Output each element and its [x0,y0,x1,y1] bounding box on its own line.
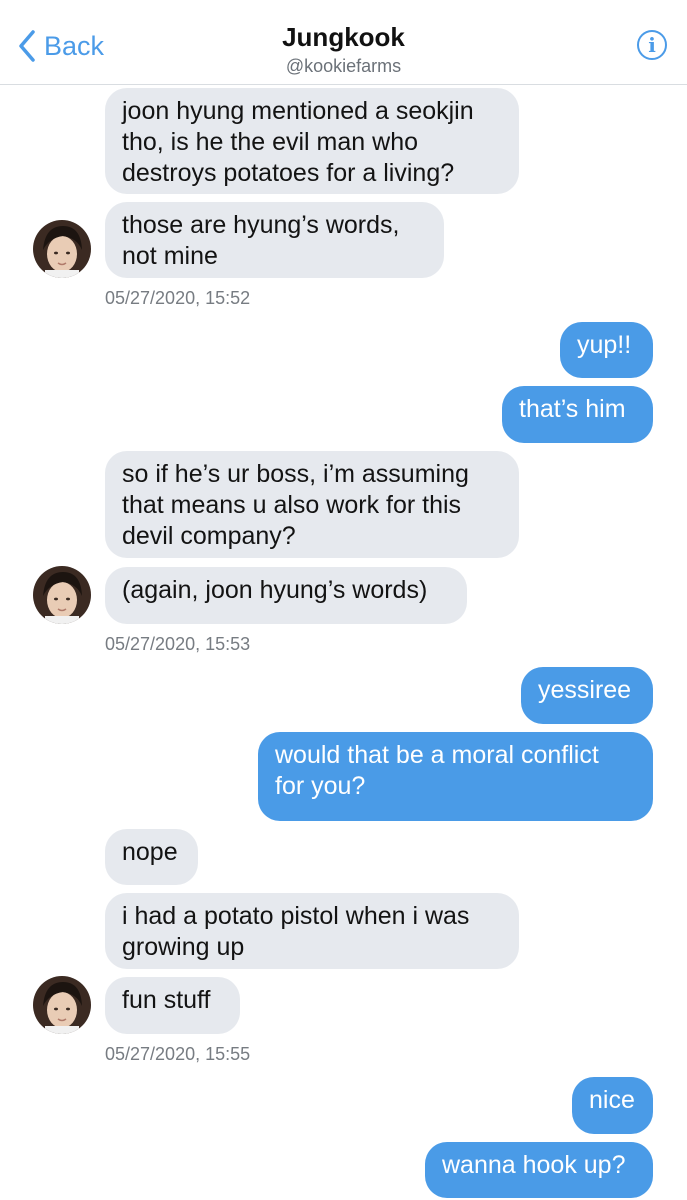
message-text: nope [122,838,178,866]
message-bubble: nice [572,1077,653,1134]
message-text: not mine [122,242,218,270]
message-text: destroys potatoes for a living? [122,159,455,187]
message-bubble: yup!! [560,322,653,378]
avatar[interactable] [33,976,91,1034]
message-bubble: i had a potato pistol when i was growing… [105,893,519,969]
message-text: fun stuff [122,986,211,1014]
message-timestamp: 05/27/2020, 15:53 [105,634,251,654]
message-timestamp: 05/27/2020, 15:55 [105,1044,251,1064]
conversation-header: Back Jungkook @kookiefarms i [0,0,687,85]
message-bubble: those are hyung’s words, not mine [105,202,444,278]
message-text: yessiree [538,676,632,704]
message-bubble: yessiree [521,667,653,724]
message-bubble: (again, joon hyung’s words) [105,567,467,624]
message-text: growing up [122,933,245,961]
contact-name: Jungkook [282,22,405,52]
message-text: for you? [275,772,366,800]
message-text: tho, is he the evil man who [122,128,418,156]
avatar[interactable] [33,220,91,278]
message-timestamp: 05/27/2020, 15:52 [105,288,251,308]
avatar[interactable] [33,566,91,624]
message-text: would that be a moral conflict [275,741,599,769]
message-bubble: so if he’s ur boss, i’m assuming that me… [105,451,519,558]
message-text: wanna hook up? [442,1151,626,1179]
message-text: that’s him [519,395,626,423]
message-bubble: fun stuff [105,977,240,1034]
message-text: devil company? [122,522,296,550]
message-bubble: wanna hook up? [425,1142,653,1198]
contact-title: Jungkook @kookiefarms [0,22,687,78]
message-text: joon hyung mentioned a seokjin [122,97,474,125]
message-bubble: nope [105,829,198,885]
message-text: that means u also work for this [122,491,462,519]
message-text: (again, joon hyung’s words) [122,576,428,604]
message-bubble: joon hyung mentioned a seokjin tho, is h… [105,88,519,194]
contact-handle: @kookiefarms [285,56,402,76]
message-bubble: that’s him [502,386,653,443]
message-text: i had a potato pistol when i was [122,902,470,930]
message-bubble: would that be a moral conflict for you? [258,732,653,821]
info-icon[interactable]: i [637,30,667,60]
message-text: those are hyung’s words, [122,211,400,239]
message-text: so if he’s ur boss, i’m assuming [122,460,469,488]
message-text: yup!! [577,331,632,359]
message-text: nice [589,1086,635,1114]
